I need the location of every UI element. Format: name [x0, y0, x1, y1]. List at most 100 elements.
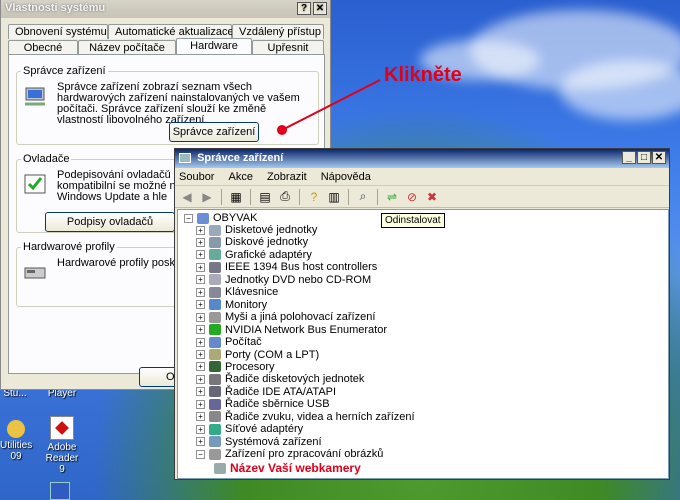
tree-item[interactable]: + Diskové jednotky	[196, 236, 308, 248]
expand-icon[interactable]: +	[196, 424, 205, 434]
disable-icon[interactable]: ⊘	[404, 189, 420, 205]
tree-item[interactable]: − Zařízení pro zpracování obrázků	[196, 448, 383, 460]
update-driver-icon[interactable]: ⇌	[384, 189, 400, 205]
toolbar: ◀ ▶ ▦ ▤ ⎙ ? ▥ ⌕ ⇌ ⊘ ✖	[175, 186, 669, 208]
expand-icon[interactable]: +	[196, 287, 205, 297]
expand-icon[interactable]: +	[196, 362, 205, 372]
device-category-icon	[209, 286, 221, 298]
tree-item[interactable]: + Myši a jiná polohovací zařízení	[196, 311, 375, 323]
tree-item-label: Systémová zařízení	[225, 435, 322, 448]
expand-icon[interactable]: +	[196, 225, 205, 235]
devmgr-title: Správce zařízení	[197, 152, 284, 164]
tree-item-label: Řadiče zvuku, videa a herních zařízení	[225, 410, 415, 423]
tree-item-label: Disketové jednotky	[225, 224, 318, 236]
device-category-icon	[209, 236, 221, 248]
tree-item[interactable]: + Řadiče IDE ATA/ATAPI	[196, 386, 336, 398]
device-category-icon	[209, 373, 221, 385]
tree-item-label: Myši a jiná polohovací zařízení	[225, 311, 376, 324]
menu-bar: Soubor Akce Zobrazit Nápověda	[175, 168, 669, 186]
expand-icon[interactable]: +	[196, 412, 205, 422]
menu-view[interactable]: Zobrazit	[267, 171, 307, 183]
expand-icon[interactable]: +	[196, 325, 205, 335]
tree-item-label: IEEE 1394 Bus host controllers	[225, 261, 378, 274]
tree-item[interactable]: + IEEE 1394 Bus host controllers	[196, 261, 377, 273]
menu-file[interactable]: Soubor	[179, 171, 214, 183]
tree-item-label: Síťové adaptéry	[225, 423, 304, 436]
expand-icon[interactable]: +	[196, 275, 205, 285]
tree-item-label: Jednotky DVD nebo CD-ROM	[225, 273, 372, 286]
back-icon[interactable]: ◀	[179, 189, 195, 205]
tree-item[interactable]: + Systémová zařízení	[196, 436, 322, 448]
tree-item[interactable]: + Disketové jednotky	[196, 224, 317, 236]
tree-item[interactable]: + Počítač	[196, 336, 262, 348]
devmgr-titlebar[interactable]: Správce zařízení _ □ ✕	[175, 149, 669, 168]
device-category-icon	[209, 361, 221, 373]
expand-icon[interactable]: +	[196, 250, 205, 260]
tree-root[interactable]: − OBYVAK	[184, 212, 257, 224]
tree-item-label: Grafické adaptéry	[225, 248, 312, 261]
tree-item-label: Řadiče disketových jednotek	[225, 373, 365, 386]
help-icon[interactable]: ?	[306, 189, 322, 205]
tree-item-label: Řadiče IDE ATA/ATAPI	[225, 385, 337, 398]
view-icon[interactable]: ▥	[326, 189, 342, 205]
device-category-icon	[209, 324, 221, 336]
device-category-icon	[209, 436, 221, 448]
properties-icon[interactable]: ▤	[257, 189, 273, 205]
expand-icon[interactable]: −	[196, 449, 205, 459]
device-category-icon	[209, 336, 221, 348]
menu-action[interactable]: Akce	[228, 171, 252, 183]
tree-item[interactable]: + Grafické adaptéry	[196, 249, 312, 261]
maximize-button[interactable]: □	[637, 151, 651, 164]
annotation-webcam: Název Vaší webkamery	[230, 461, 361, 475]
device-category-icon	[209, 224, 221, 236]
tree-item-webcam[interactable]: Název Vaší webkamery	[214, 462, 361, 474]
tree-item-label: Procesory	[225, 360, 275, 373]
tree-item-label: Porty (COM a LPT)	[225, 348, 320, 361]
expand-icon[interactable]: +	[196, 350, 205, 359]
tree-item[interactable]: + Porty (COM a LPT)	[196, 349, 319, 361]
device-category-icon	[209, 249, 221, 261]
tree-item[interactable]: + Řadiče sběrnice USB	[196, 398, 330, 410]
device-tree: − OBYVAK + Disketové jednotky + Diskové jed…	[177, 209, 669, 479]
scan-hardware-icon[interactable]: ⌕	[355, 189, 371, 205]
tree-item[interactable]: + Monitory	[196, 299, 267, 311]
tree-item[interactable]: + NVIDIA Network Bus Enumerator	[196, 324, 387, 336]
computer-icon	[197, 212, 209, 224]
close-button[interactable]: ✕	[652, 151, 666, 164]
expand-icon[interactable]: +	[196, 387, 205, 397]
device-category-icon	[209, 386, 221, 398]
device-category-icon	[209, 423, 221, 435]
tree-item[interactable]: + Procesory	[196, 361, 275, 373]
device-category-icon	[209, 349, 221, 360]
tree-item-label: Řadiče sběrnice USB	[225, 398, 330, 411]
expand-icon[interactable]: +	[196, 437, 205, 447]
devmgr-app-icon	[179, 153, 191, 164]
tree-item[interactable]: + Jednotky DVD nebo CD-ROM	[196, 274, 371, 286]
show-hide-tree-icon[interactable]: ▦	[228, 189, 244, 205]
tree-item-label: Diskové jednotky	[225, 236, 309, 249]
tree-item[interactable]: + Řadiče disketových jednotek	[196, 373, 364, 385]
expand-icon[interactable]: +	[196, 337, 205, 347]
expand-icon[interactable]: +	[196, 300, 205, 310]
expand-icon[interactable]: +	[196, 237, 205, 247]
uninstall-icon[interactable]: ✖	[424, 189, 440, 205]
print-icon[interactable]: ⎙	[277, 189, 293, 205]
collapse-icon[interactable]: −	[184, 213, 193, 223]
device-category-icon	[209, 448, 221, 460]
expand-icon[interactable]: +	[196, 312, 205, 322]
expand-icon[interactable]: +	[196, 262, 205, 272]
tree-item[interactable]: + Řadiče zvuku, videa a herních zařízení	[196, 411, 415, 423]
device-category-icon	[209, 398, 221, 410]
expand-icon[interactable]: +	[196, 399, 205, 409]
device-category-icon	[209, 261, 221, 273]
menu-help[interactable]: Nápověda	[321, 171, 371, 183]
tree-item[interactable]: + Klávesnice	[196, 286, 278, 298]
device-category-icon	[209, 299, 221, 311]
tree-item[interactable]: + Síťové adaptéry	[196, 423, 303, 435]
device-category-icon	[209, 274, 221, 286]
forward-icon[interactable]: ▶	[199, 189, 215, 205]
tree-item-label: NVIDIA Network Bus Enumerator	[225, 323, 388, 336]
tree-item-label: Klávesnice	[225, 286, 279, 299]
minimize-button[interactable]: _	[622, 151, 636, 164]
expand-icon[interactable]: +	[196, 374, 205, 384]
